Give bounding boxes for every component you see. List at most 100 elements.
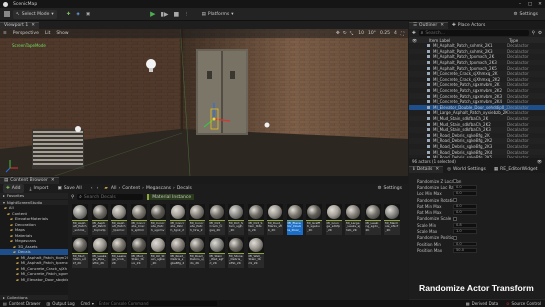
gear-icon[interactable]: ⚙ — [538, 31, 542, 36]
cinematics-icon[interactable]: ▣ — [86, 12, 90, 17]
view-options-icon[interactable]: 👁 — [537, 159, 542, 164]
property-checkbox[interactable] — [453, 235, 457, 240]
more-play-options-icon[interactable]: ⋮ — [184, 12, 189, 17]
breadcrumb-item[interactable]: All — [111, 186, 117, 191]
asset-tile[interactable]: MI_Mud_Stain_tbux_2K — [130, 237, 147, 268]
import-button[interactable]: ⤓ Import — [27, 184, 52, 193]
asset-tile[interactable]: MI_Dirt_Stain_sgjh_2K — [228, 204, 244, 235]
scale-icon[interactable]: ⤡ — [350, 31, 354, 37]
breadcrumb-item[interactable]: Megascans — [146, 186, 171, 191]
asset-tile[interactable]: MI_Concrete_Crack_sjXhmxq_2K — [130, 204, 147, 235]
close-icon[interactable]: ✕ — [31, 23, 35, 28]
angle-snap-value[interactable]: 10° — [368, 31, 376, 36]
tab-outliner[interactable]: ☰ Outliner ✕ — [409, 21, 448, 29]
minimize-button[interactable]: – — [515, 2, 525, 7]
derived-data-button[interactable]: ▦ Derived Data — [462, 301, 502, 306]
property-value-field[interactable]: 0.0 — [453, 241, 477, 247]
cmd-dropdown[interactable]: Cmd ▾ — [78, 301, 97, 306]
tab-world-settings[interactable]: ◎ World Settings — [443, 166, 490, 173]
breadcrumb-item[interactable]: Decals — [177, 186, 192, 191]
close-icon[interactable]: ✕ — [435, 167, 439, 172]
tab-editor-widget[interactable]: ▦ RE_EditorWidget — [490, 166, 542, 173]
add-button[interactable]: ✚ Add — [3, 184, 24, 193]
close-icon[interactable]: ✕ — [51, 178, 55, 183]
console-input[interactable]: Enter Console Command — [96, 301, 217, 306]
settings-button[interactable]: ⚙ Settings — [374, 184, 405, 193]
play-button[interactable]: ▶ — [150, 10, 155, 18]
lit-button[interactable]: Lit — [45, 31, 51, 36]
tab-details[interactable]: ℹ Details ✕ — [409, 165, 444, 173]
property-checkbox[interactable] — [453, 179, 457, 184]
grid-snap-value[interactable]: 10 — [358, 31, 364, 36]
add-icon[interactable]: ✚ — [412, 31, 416, 36]
tab-viewport[interactable]: Viewport 1 ✕ — [0, 21, 39, 29]
forward-icon[interactable]: › — [97, 186, 99, 191]
output-log-button[interactable]: ▥ Output Log — [44, 301, 78, 306]
asset-tile[interactable]: MI_Stone_Debris_sfhb_2K — [228, 237, 244, 268]
translate-icon[interactable]: ✥ — [336, 31, 340, 36]
asset-tile[interactable]: MI_Road_Debris_sjdo_2K — [189, 237, 205, 268]
property-value-field[interactable]: 0.0 — [453, 191, 477, 197]
asset-tile[interactable]: MI_Grunge_sdbfp_2K — [325, 204, 342, 235]
asset-tile[interactable]: MI_Mud_Stain_sdkf_2K — [72, 237, 88, 268]
asset-tile[interactable]: MI_Asphalt_Patch_sxhmk_2K — [72, 204, 88, 235]
asset-tile[interactable]: MI_Stain_Wall_sgfd_2K — [208, 237, 225, 268]
blueprint-icon[interactable]: ◈ — [76, 12, 79, 17]
asset-tile[interactable]: MI_Asphalt_Patch_tpxmxch_2K — [111, 204, 127, 235]
source-control-button[interactable]: ⊘ Source Control — [502, 301, 545, 306]
breadcrumb-item[interactable]: Content — [122, 186, 140, 191]
tab-content-browser[interactable]: ▤ Content Browser ✕ — [0, 176, 59, 184]
back-icon[interactable]: ‹ — [91, 186, 93, 191]
stop-button[interactable]: ■ — [173, 11, 179, 18]
asset-tile[interactable]: MI_Dirt_Stain_tbtsb_2K — [247, 204, 264, 235]
select-mode-dropdown[interactable]: ↖ Select Mode ▾ — [13, 9, 57, 19]
perspective-button[interactable]: Perspective — [13, 31, 39, 36]
save-icon[interactable] — [4, 11, 10, 17]
asset-tile[interactable]: MI_Dust_Marks_sfib_2K — [267, 204, 283, 235]
asset-search-input[interactable]: ⌕ Search Decals — [77, 194, 144, 200]
settings-button[interactable]: ⚙ Settings — [510, 10, 541, 19]
maximize-button[interactable]: □ — [525, 2, 535, 7]
property-value-field[interactable]: 0.8 — [453, 222, 477, 228]
asset-tile[interactable]: MI_Graffiti_sgebu_2K — [306, 204, 322, 235]
property-value-field[interactable]: 1.0 — [453, 229, 477, 234]
property-value-field[interactable]: 0.0 — [453, 185, 477, 190]
close-icon[interactable]: ✕ — [440, 23, 444, 28]
asset-tile[interactable]: MI_Road_Debris_sgkeBfg_2K — [169, 237, 186, 268]
camera-speed-value[interactable]: 4 — [394, 31, 397, 36]
asset-tile[interactable]: MI_Leaking_sgdx_2K — [364, 204, 381, 235]
level-viewport[interactable]: Viewport 1 ✕ ≡ Perspective Lit Show ✥ ↻ … — [0, 21, 408, 176]
asset-tile[interactable]: MI_Dirt_Crack_tcgsq_2K — [208, 204, 225, 235]
step-button[interactable]: ▮▶ — [161, 11, 169, 18]
asset-tile[interactable]: MI_Oil_Stain_sgkw_2K — [150, 237, 166, 268]
tab-place-actors[interactable]: ✚ Place Actors — [448, 22, 489, 29]
asset-tile[interactable]: MI_Wall_Stain_tbml_2K — [247, 237, 264, 268]
add-actor-icon[interactable]: ✚ — [67, 12, 71, 17]
content-drawer-button[interactable]: ▤ Content Drawer — [0, 301, 44, 306]
asset-tile[interactable]: MI_Elevator_Double_Door_2K — [286, 204, 303, 235]
material-instance-filter[interactable]: Material Instance — [147, 194, 195, 200]
scale-snap-value[interactable]: 0.25 — [380, 31, 390, 36]
asset-tile[interactable]: MI_Large_Leaks_sjhzb_2K — [345, 204, 361, 235]
rotate-icon[interactable]: ↻ — [343, 31, 347, 36]
asset-tile[interactable]: MI_Concrete_Patch_sgxmvbm_2K — [150, 204, 166, 235]
close-button[interactable]: ✕ — [535, 2, 545, 7]
property-checkbox[interactable] — [453, 198, 457, 203]
folder-tree-item[interactable]: ▰ MI_Elevator_Door_sbqtdc — [0, 277, 68, 283]
platforms-dropdown[interactable]: ▤ Platforms ▾ — [199, 10, 237, 19]
asset-tile[interactable]: MI_Concrete_Patch_tgnk_2K — [169, 204, 186, 235]
asset-tile[interactable]: MI_Concrete_Patch_tlrw_2K — [189, 204, 205, 235]
property-value-field[interactable]: 0.0 — [453, 210, 477, 215]
filter-icon[interactable]: ⚲ — [532, 31, 535, 36]
hamburger-menu-icon[interactable]: ≡ — [3, 31, 7, 36]
asset-tile[interactable]: MI_Leakage_tcnb_2K — [111, 237, 127, 268]
asset-tile[interactable]: MI_Leakage_Pipe_sfhk_2K — [91, 237, 108, 268]
property-value-field[interactable]: 0.0 — [453, 204, 477, 209]
show-button[interactable]: Show — [56, 31, 68, 36]
column-type[interactable]: Type — [509, 38, 518, 43]
save-all-button[interactable]: ▣ Save All — [54, 184, 84, 193]
filter-icon[interactable]: ⚲ — [71, 195, 74, 200]
outliner-search-input[interactable]: ⌕ Search... — [418, 30, 529, 36]
property-value-field[interactable]: 50.0 — [453, 248, 477, 253]
maximize-viewport-icon[interactable]: ⛶ — [401, 31, 404, 37]
